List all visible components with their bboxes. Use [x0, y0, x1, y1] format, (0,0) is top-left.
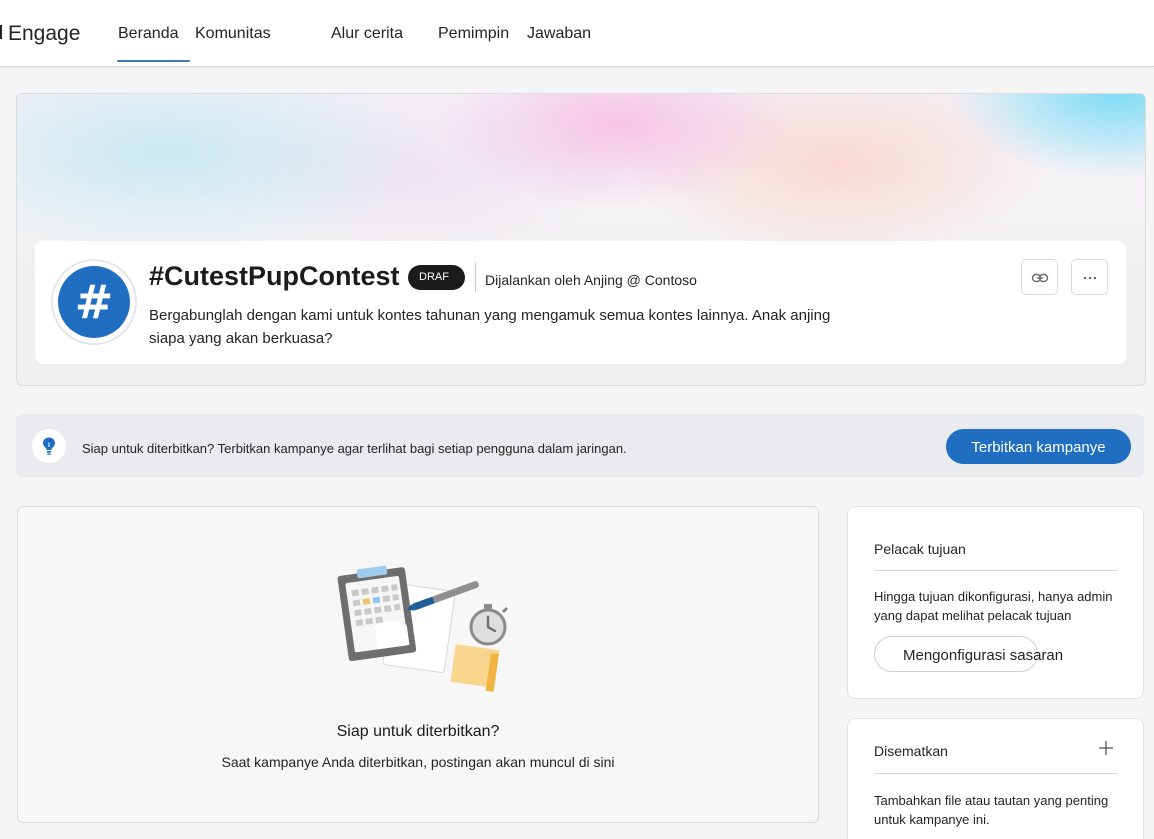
- link-icon: [1031, 273, 1049, 283]
- feed-empty-title: Siap untuk diterbitkan?: [336, 723, 500, 740]
- goal-tracker-title: Pelacak tujuan: [874, 541, 966, 557]
- title-divider: [475, 262, 476, 292]
- publish-campaign-button[interactable]: Terbitkan kampanye: [946, 429, 1131, 464]
- pinned-divider: [874, 773, 1118, 774]
- campaign-description: Bergabunglah dengan kami untuk kontes ta…: [149, 307, 831, 347]
- tab-jawaban[interactable]: Jawaban: [527, 25, 591, 43]
- publish-banner-text: Siap untuk diterbitkan? Terbitkan kampan…: [82, 441, 627, 456]
- tab-beranda[interactable]: Beranda: [117, 25, 189, 62]
- more-icon: [1083, 276, 1097, 280]
- tab-alur-cerita[interactable]: Alur cerita: [331, 25, 403, 43]
- tab-komunitas[interactable]: Komunitas: [195, 25, 271, 43]
- app-title[interactable]: Engage: [0, 22, 80, 46]
- campaign-avatar: #: [51, 259, 137, 345]
- campaign-info-card: # #CutestPupContest DRAF Dijalankan oleh…: [35, 241, 1126, 364]
- clipboard-illustration: [337, 565, 509, 692]
- copy-link-button[interactable]: [1021, 259, 1058, 295]
- campaign-header: # #CutestPupContest DRAF Dijalankan oleh…: [16, 93, 1146, 386]
- more-options-button[interactable]: [1071, 259, 1108, 295]
- plus-icon[interactable]: [1097, 739, 1115, 757]
- publish-banner: Siap untuk diterbitkan? Terbitkan kampan…: [16, 414, 1144, 477]
- lightbulb-icon: [43, 437, 55, 455]
- goal-tracker-divider: [874, 570, 1118, 571]
- configure-goals-button[interactable]: Mengonfigurasi sasaran: [874, 636, 1063, 672]
- campaign-owner: Dijalankan oleh Anjing @ Contoso: [485, 272, 697, 288]
- tab-pemimpin[interactable]: Pemimpin: [438, 25, 509, 43]
- status-badge: DRAF: [408, 265, 465, 290]
- pinned-title: Disematkan: [874, 743, 948, 759]
- campaign-feed: Siap untuk diterbitkan? Saat kampanye An…: [17, 506, 819, 823]
- feed-empty-subtitle: Saat kampanye Anda diterbitkan, postinga…: [221, 754, 615, 770]
- app-title-text: Engage: [8, 22, 81, 45]
- goal-tracker-text: Hingga tujuan dikonfigurasi, hanya admin…: [874, 589, 1113, 623]
- top-nav-bar: Engage Beranda Komunitas Alur cerita Pem…: [0, 0, 1154, 67]
- hashtag-icon: #: [58, 266, 130, 338]
- goal-tracker-card: Pelacak tujuan Hingga tujuan dikonfigura…: [847, 506, 1144, 699]
- campaign-title: #CutestPupContest: [149, 261, 400, 291]
- pinned-card: Disematkan Tambahkan file atau tautan ya…: [847, 718, 1144, 839]
- lightbulb-badge: [32, 429, 66, 463]
- pinned-text: Tambahkan file atau tautan yang penting …: [874, 793, 1109, 827]
- app-logo-edge: [0, 25, 4, 39]
